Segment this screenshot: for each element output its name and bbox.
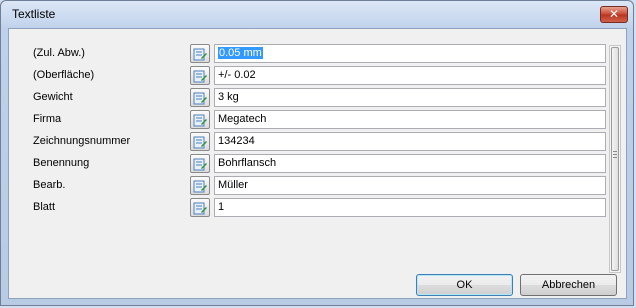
edit-text-icon (193, 114, 207, 127)
value-field[interactable]: 1 (214, 198, 606, 217)
edit-text-icon (193, 70, 207, 83)
edit-text-button[interactable] (190, 154, 210, 173)
row-label: Blatt (33, 201, 56, 213)
vertical-scrollbar[interactable] (609, 45, 621, 273)
value-field[interactable]: Bohrflansch (214, 154, 606, 173)
window-title: Textliste (12, 7, 56, 21)
edit-text-button[interactable] (190, 66, 210, 85)
value-field[interactable]: Müller (214, 176, 606, 195)
edit-text-icon (193, 158, 207, 171)
list-item: Gewicht 3 kg (9, 88, 609, 108)
edit-text-icon (193, 92, 207, 105)
list-item: (Oberfläche) +/- 0.02 (9, 66, 609, 86)
value-field[interactable]: 134234 (214, 132, 606, 151)
row-label: (Oberfläche) (33, 69, 95, 81)
ok-button[interactable]: OK (416, 274, 513, 296)
dialog-client-area: (Zul. Abw.) 0.05 mm (Oberfläche) +/- 0.0… (8, 28, 627, 299)
textliste-dialog: Textliste ✕ (Zul. Abw.) 0.05 mm (Oberflä… (0, 0, 634, 306)
edit-text-icon (193, 202, 207, 215)
edit-text-button[interactable] (190, 132, 210, 151)
edit-text-button[interactable] (190, 110, 210, 129)
row-label: (Zul. Abw.) (33, 47, 85, 59)
row-label: Bearb. (33, 179, 66, 191)
list-item: Bearb. Müller (9, 176, 609, 196)
scroll-thumb[interactable] (611, 47, 619, 271)
edit-text-button[interactable] (190, 88, 210, 107)
edit-text-icon (193, 48, 207, 61)
row-label: Zeichnungsnummer (33, 135, 131, 147)
list-item: (Zul. Abw.) 0.05 mm (9, 44, 609, 64)
title-bar[interactable]: Textliste ✕ (1, 1, 633, 27)
list-item: Firma Megatech (9, 110, 609, 130)
edit-text-button[interactable] (190, 198, 210, 217)
list-item: Blatt 1 (9, 198, 609, 218)
row-label: Benennung (33, 157, 90, 169)
edit-text-button[interactable] (190, 176, 210, 195)
grip-icon (613, 151, 617, 158)
selected-text: 0.05 mm (218, 47, 263, 59)
edit-text-icon (193, 136, 207, 149)
row-label: Gewicht (33, 91, 73, 103)
close-button[interactable]: ✕ (600, 6, 628, 23)
edit-text-button[interactable] (190, 44, 210, 63)
value-field[interactable]: 0.05 mm (214, 44, 606, 63)
row-label: Firma (33, 113, 62, 125)
close-icon: ✕ (608, 7, 620, 21)
edit-text-icon (193, 180, 207, 193)
value-field[interactable]: +/- 0.02 (214, 66, 606, 85)
list-item: Zeichnungsnummer 134234 (9, 132, 609, 152)
value-field[interactable]: 3 kg (214, 88, 606, 107)
cancel-button[interactable]: Abbrechen (520, 274, 617, 296)
value-field[interactable]: Megatech (214, 110, 606, 129)
list-item: Benennung Bohrflansch (9, 154, 609, 174)
